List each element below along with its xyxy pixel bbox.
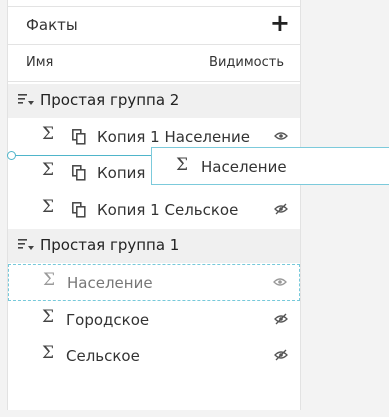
sigma-icon: Σ	[43, 270, 56, 290]
sigma-icon: Σ	[42, 160, 55, 180]
sigma-icon: Σ	[42, 124, 55, 144]
group-label: Простая группа 2	[40, 91, 180, 109]
sigma-icon: Σ	[176, 155, 189, 175]
list-item[interactable]: Σ Городское	[8, 302, 300, 338]
group-sort-icon	[18, 239, 34, 250]
column-visibility: Видимость	[209, 55, 284, 70]
eye-slash-icon[interactable]	[274, 313, 288, 325]
copy-icon	[72, 202, 86, 218]
sigma-icon: Σ	[42, 307, 55, 327]
group-row[interactable]: Простая группа 1	[8, 229, 300, 263]
item-label: Городское	[66, 311, 150, 329]
list-item[interactable]: Σ Сельское	[8, 338, 300, 374]
copy-icon	[72, 165, 86, 181]
facts-panel: Факты + Имя Видимость Простая группа 2 Σ…	[7, 0, 301, 410]
eye-icon	[273, 278, 287, 286]
eye-slash-icon[interactable]	[274, 349, 288, 361]
sigma-icon: Σ	[42, 343, 55, 363]
drop-indicator-dot	[7, 151, 16, 160]
drop-indicator-line	[11, 155, 153, 156]
copy-icon	[72, 129, 86, 145]
eye-icon[interactable]	[274, 130, 288, 142]
item-label: Сельское	[66, 347, 140, 365]
group-row[interactable]: Простая группа 2	[8, 84, 300, 118]
panel-header: Факты +	[8, 7, 300, 43]
item-label: Копия 1 Сельское	[97, 201, 239, 219]
column-name: Имя	[26, 55, 54, 70]
group-sort-icon	[18, 94, 34, 105]
dragged-item[interactable]: Σ Население	[151, 147, 389, 185]
dragged-item-label: Население	[201, 158, 287, 176]
eye-slash-icon[interactable]	[274, 203, 288, 215]
sigma-icon: Σ	[42, 197, 55, 217]
group-label: Простая группа 1	[40, 236, 180, 254]
list-item[interactable]: Σ Копия 1 Сельское	[8, 192, 300, 228]
drop-placeholder: Σ Население	[8, 264, 300, 301]
item-label: Население	[67, 274, 153, 292]
add-fact-button[interactable]: +	[270, 8, 290, 38]
panel-title: Факты	[26, 16, 78, 34]
column-header: Имя Видимость	[8, 44, 300, 82]
item-label: Копия 1 Население	[97, 128, 251, 146]
